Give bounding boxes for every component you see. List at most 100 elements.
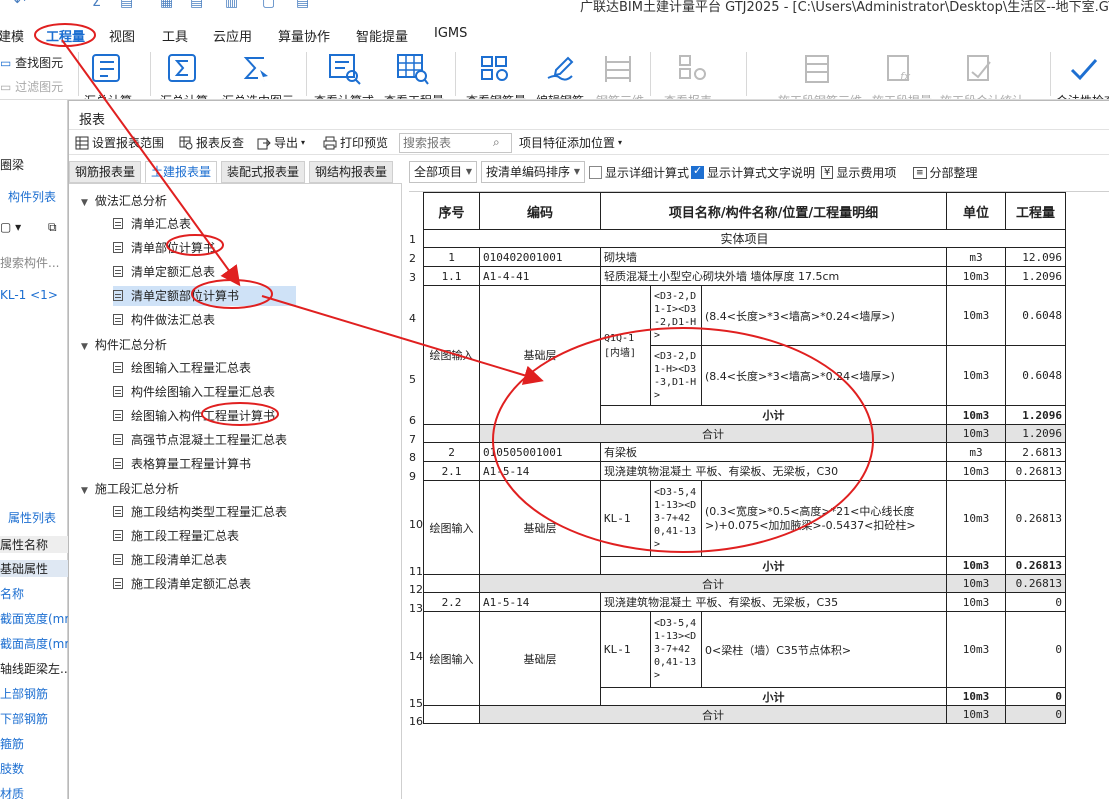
menu-cloud[interactable]: 云应用 bbox=[213, 26, 252, 45]
quick-grid-icon[interactable]: ▦ bbox=[160, 0, 173, 10]
summary-button[interactable]: 汇总计算 bbox=[160, 92, 208, 99]
rebar-3d-button[interactable]: 钢筋三维 bbox=[596, 92, 644, 99]
set-range-button[interactable]: 设置报表范围 bbox=[75, 134, 164, 151]
menu-igms[interactable]: IGMS bbox=[434, 26, 467, 41]
property-name[interactable]: 名称 bbox=[0, 585, 24, 602]
calc-icon[interactable] bbox=[89, 52, 127, 88]
property-top-rebar[interactable]: 上部钢筋 bbox=[0, 685, 48, 702]
section-rebar-button[interactable]: 施工段钢筋三维 bbox=[778, 92, 862, 99]
tree-group-section[interactable]: ▼ 施工段汇总分析 bbox=[81, 480, 179, 497]
edit-rebar-icon[interactable] bbox=[542, 52, 580, 88]
quick-edit-icon[interactable]: ▤ bbox=[120, 0, 133, 10]
menu-modeling[interactable]: 建模 bbox=[0, 26, 24, 45]
partial-organize-button[interactable]: ≡ 分部整理 bbox=[913, 164, 978, 181]
scope-select[interactable]: 全部项目 ▼ bbox=[409, 161, 477, 183]
check-icon[interactable] bbox=[1066, 52, 1104, 88]
section-extract-button[interactable]: 施工段提量 bbox=[872, 92, 932, 99]
menu-quantity[interactable]: 工程量 bbox=[46, 26, 85, 45]
quick-sum-icon[interactable]: Σ bbox=[92, 0, 101, 10]
filter-element-button[interactable]: ▭ 过滤图元 bbox=[0, 78, 63, 95]
undo-icon[interactable]: ↶ bbox=[14, 0, 26, 10]
table-row[interactable]: 合计 10m3 0.26813 bbox=[423, 574, 1066, 593]
property-bottom-rebar[interactable]: 下部钢筋 bbox=[0, 710, 48, 727]
export-button[interactable]: 导出 ▾ bbox=[257, 134, 305, 151]
view-formula-button[interactable]: 查看计算式 bbox=[314, 92, 374, 99]
edit-rebar-button[interactable]: 编辑钢筋 bbox=[536, 92, 584, 99]
feature-position-dropdown[interactable]: 项目特征添加位置 ▾ bbox=[519, 134, 622, 151]
view-rebar-icon[interactable] bbox=[478, 52, 516, 88]
property-axis-offset[interactable]: 轴线距梁左... bbox=[0, 660, 71, 677]
summary-selected-button[interactable]: 汇总选中图元 bbox=[222, 92, 294, 99]
search-icon[interactable]: ⌕ bbox=[493, 135, 500, 150]
tree-item-list-quota-position-calc[interactable]: 清单定额部位计算书 bbox=[113, 286, 296, 306]
table-row[interactable]: 1 010402001001 砌块墙 m3 12.096 bbox=[423, 247, 1066, 267]
quick-copy-icon[interactable]: ▢ bbox=[262, 0, 275, 10]
section-stat-button[interactable]: 施工段合计统计 bbox=[940, 92, 1024, 99]
tree-item-drawing-component-calc[interactable]: 绘图输入构件工程量计算书 bbox=[113, 406, 279, 426]
summary-calc-button[interactable]: 汇总计算 bbox=[84, 92, 132, 99]
sum-icon[interactable] bbox=[165, 52, 203, 88]
tree-group-component[interactable]: ▼ 构件汇总分析 bbox=[81, 336, 167, 353]
validity-check-button[interactable]: 合法性检查 bbox=[1056, 92, 1109, 99]
tab-civil-report[interactable]: 土建报表量 bbox=[145, 161, 218, 183]
tree-item-section-quantity[interactable]: 施工段工程量汇总表 bbox=[113, 526, 243, 546]
show-text-checkbox[interactable]: 显示计算式文字说明 bbox=[691, 164, 815, 181]
property-legs[interactable]: 肢数 bbox=[0, 760, 24, 777]
tree-item-component-drawing-summary[interactable]: 构件绘图输入工程量汇总表 bbox=[113, 382, 279, 402]
table-row[interactable]: 绘图输入 基础层 KL-1 <D3-5,41-13><D3-7+420,41-1… bbox=[423, 480, 1066, 575]
new-component-icon[interactable]: ▢ ▾ bbox=[0, 220, 21, 234]
table-row[interactable]: 绘图输入 基础层 KL-1 <D3-5,41-13><D3-7+420,41-1… bbox=[423, 611, 1066, 706]
component-list-title: 构件列表 bbox=[8, 190, 57, 204]
row-number: 9 bbox=[409, 470, 416, 483]
view-quantity-button[interactable]: 查看工程量 bbox=[384, 92, 444, 99]
menu-tools[interactable]: 工具 bbox=[162, 26, 188, 45]
view-report-button[interactable]: 查看报表 bbox=[664, 92, 712, 99]
property-group[interactable]: 基础属性 bbox=[0, 560, 68, 577]
table-row[interactable]: 2.1 A1-5-14 现浇建筑物混凝土 平板、有梁板、无梁板，C30 10m3… bbox=[423, 461, 1066, 481]
copy-component-icon[interactable]: ⧉ bbox=[48, 220, 57, 235]
tree-item-table-calc[interactable]: 表格算量工程量计算书 bbox=[113, 454, 255, 474]
quick-more-icon[interactable]: ▤ bbox=[296, 0, 309, 10]
menu-view[interactable]: 视图 bbox=[109, 26, 135, 45]
tree-item-section-list[interactable]: 施工段清单汇总表 bbox=[113, 550, 231, 570]
table-row[interactable]: 2.2 A1-5-14 现浇建筑物混凝土 平板、有梁板、无梁板，C35 10m3… bbox=[423, 592, 1066, 612]
tree-item-section-list-quota[interactable]: 施工段清单定额汇总表 bbox=[113, 574, 255, 594]
tree-item-drawing-summary[interactable]: 绘图输入工程量汇总表 bbox=[113, 358, 255, 378]
quick-layer-icon[interactable]: ▤ bbox=[190, 0, 203, 10]
property-list-title: 属性列表 bbox=[8, 511, 57, 525]
table-row[interactable]: 合计 10m3 1.2096 bbox=[423, 424, 1066, 443]
tree-item-section-structure[interactable]: 施工段结构类型工程量汇总表 bbox=[113, 502, 291, 522]
property-stirrup[interactable]: 箍筋 bbox=[0, 735, 24, 752]
view-rebar-button[interactable]: 查看钢筋量 bbox=[466, 92, 526, 99]
table-row[interactable]: 合计 10m3 0 bbox=[423, 705, 1066, 724]
table-row[interactable]: 1.1 A1-4-41 轻质混凝土小型空心砌块外墙 墙体厚度 17.5cm 10… bbox=[423, 266, 1066, 286]
menu-smart[interactable]: 智能提量 bbox=[356, 26, 408, 45]
sum-selected-icon[interactable] bbox=[238, 52, 276, 88]
menu-collab[interactable]: 算量协作 bbox=[278, 26, 330, 45]
quick-report-icon[interactable]: ▥ bbox=[225, 0, 238, 10]
component-item[interactable]: KL-1 <1> bbox=[0, 288, 58, 302]
sort-select[interactable]: 按清单编码排序 ▼ bbox=[481, 161, 585, 183]
show-fee-button[interactable]: ¥ 显示费用项 bbox=[821, 164, 896, 181]
component-search-input[interactable]: 搜索构件... bbox=[0, 254, 59, 271]
tab-rebar-report[interactable]: 钢筋报表量 bbox=[69, 161, 142, 183]
tree-group-method[interactable]: ▼ 做法汇总分析 bbox=[81, 192, 167, 209]
tab-steel-report[interactable]: 钢结构报表量 bbox=[309, 161, 394, 183]
tree-item-list-summary[interactable]: 清单汇总表 bbox=[113, 214, 195, 234]
print-preview-button[interactable]: 打印预览 bbox=[323, 134, 388, 151]
find-element-button[interactable]: ▭ 查找图元 bbox=[0, 54, 63, 71]
tab-prefab-report[interactable]: 装配式报表量 bbox=[221, 161, 306, 183]
property-material[interactable]: 材质 bbox=[0, 785, 24, 799]
view-formula-icon[interactable] bbox=[327, 52, 365, 88]
tree-item-high-strength-node[interactable]: 高强节点混凝土工程量汇总表 bbox=[113, 430, 291, 450]
table-row[interactable]: 2 010505001001 有梁板 m3 2.6813 bbox=[423, 442, 1066, 462]
panel-tab-ring-beam[interactable]: 圈梁 bbox=[0, 156, 24, 173]
view-quantity-icon[interactable] bbox=[395, 52, 433, 88]
tree-item-list-position-calc[interactable]: 清单部位计算书 bbox=[113, 238, 219, 258]
report-check-button[interactable]: 报表反查 bbox=[179, 134, 244, 151]
table-row[interactable]: 实体项目 bbox=[423, 229, 1066, 248]
tree-item-component-method-summary[interactable]: 构件做法汇总表 bbox=[113, 310, 219, 330]
table-row[interactable]: 绘图输入 基础层 Q1Q-1 [内墙] <D3-2,D1-I><D3-2,D1-… bbox=[423, 285, 1066, 425]
tree-item-list-quota-summary[interactable]: 清单定额汇总表 bbox=[113, 262, 219, 282]
show-detail-checkbox[interactable]: 显示详细计算式 bbox=[589, 164, 689, 181]
